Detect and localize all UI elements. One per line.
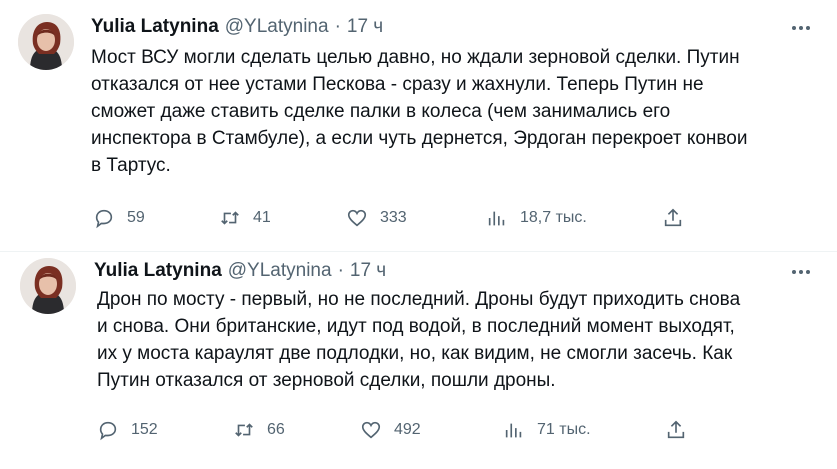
more-options-button[interactable] xyxy=(791,262,811,282)
timestamp[interactable]: 17 ч xyxy=(350,260,386,282)
reply-count: 59 xyxy=(127,209,145,226)
share-button[interactable] xyxy=(665,418,687,442)
retweet-icon xyxy=(235,423,253,437)
share-icon xyxy=(667,420,685,439)
reply-button[interactable]: 59 xyxy=(93,206,145,230)
avatar[interactable] xyxy=(20,258,76,314)
tweet-text: Мост ВСУ могли сделать целью давно, но ж… xyxy=(91,47,748,176)
view-count: 71 тыс. xyxy=(537,421,591,438)
heart-icon xyxy=(347,209,367,227)
reply-button[interactable]: 152 xyxy=(97,418,158,442)
retweet-button[interactable]: 66 xyxy=(233,418,285,442)
more-options-button[interactable] xyxy=(791,18,811,38)
views-chart-icon xyxy=(505,423,522,438)
tweet-text: Дрон по мосту - первый, но не последний.… xyxy=(97,289,741,391)
author-handle[interactable]: @YLatynina xyxy=(225,16,329,38)
reply-icon xyxy=(95,209,113,229)
like-button[interactable]: 492 xyxy=(360,418,421,442)
views-button[interactable]: 18,7 тыс. xyxy=(486,206,587,230)
tweet-feed: Yulia Latynina @YLatynina · 17 ч Мост ВС… xyxy=(0,0,837,469)
heart-icon xyxy=(361,421,381,439)
retweet-count: 41 xyxy=(253,209,271,226)
avatar-portrait-image xyxy=(20,258,76,314)
reply-icon xyxy=(99,421,117,441)
author-name[interactable]: Yulia Latynina xyxy=(91,16,219,38)
reply-count: 152 xyxy=(131,421,158,438)
author-name[interactable]: Yulia Latynina xyxy=(94,260,222,282)
view-count: 18,7 тыс. xyxy=(520,209,587,226)
views-chart-icon xyxy=(488,211,505,226)
avatar-portrait-image xyxy=(18,14,74,70)
tweet[interactable]: Yulia Latynina @YLatynina · 17 ч Дрон по… xyxy=(0,252,837,469)
author-handle[interactable]: @YLatynina xyxy=(228,260,332,282)
like-count: 333 xyxy=(380,209,407,226)
more-horizontal-icon xyxy=(792,26,810,30)
tweet-header: Yulia Latynina @YLatynina · 17 ч xyxy=(94,260,386,282)
retweet-count: 66 xyxy=(267,421,285,438)
share-icon xyxy=(664,208,682,227)
more-horizontal-icon xyxy=(792,270,810,274)
like-count: 492 xyxy=(394,421,421,438)
tweet[interactable]: Yulia Latynina @YLatynina · 17 ч Мост ВС… xyxy=(0,0,837,252)
like-button[interactable]: 333 xyxy=(346,206,407,230)
tweet-header: Yulia Latynina @YLatynina · 17 ч xyxy=(91,16,383,38)
separator-dot: · xyxy=(337,260,344,281)
separator-dot: · xyxy=(334,16,341,37)
timestamp[interactable]: 17 ч xyxy=(347,16,383,38)
retweet-icon xyxy=(221,211,239,225)
avatar[interactable] xyxy=(18,14,74,70)
retweet-button[interactable]: 41 xyxy=(219,206,271,230)
tweet-actions: 59 41 333 18,7 тыс. xyxy=(0,206,837,230)
tweet-actions: 152 66 492 71 тыс. xyxy=(0,418,837,442)
views-button[interactable]: 71 тыс. xyxy=(503,418,591,442)
share-button[interactable] xyxy=(662,206,684,230)
